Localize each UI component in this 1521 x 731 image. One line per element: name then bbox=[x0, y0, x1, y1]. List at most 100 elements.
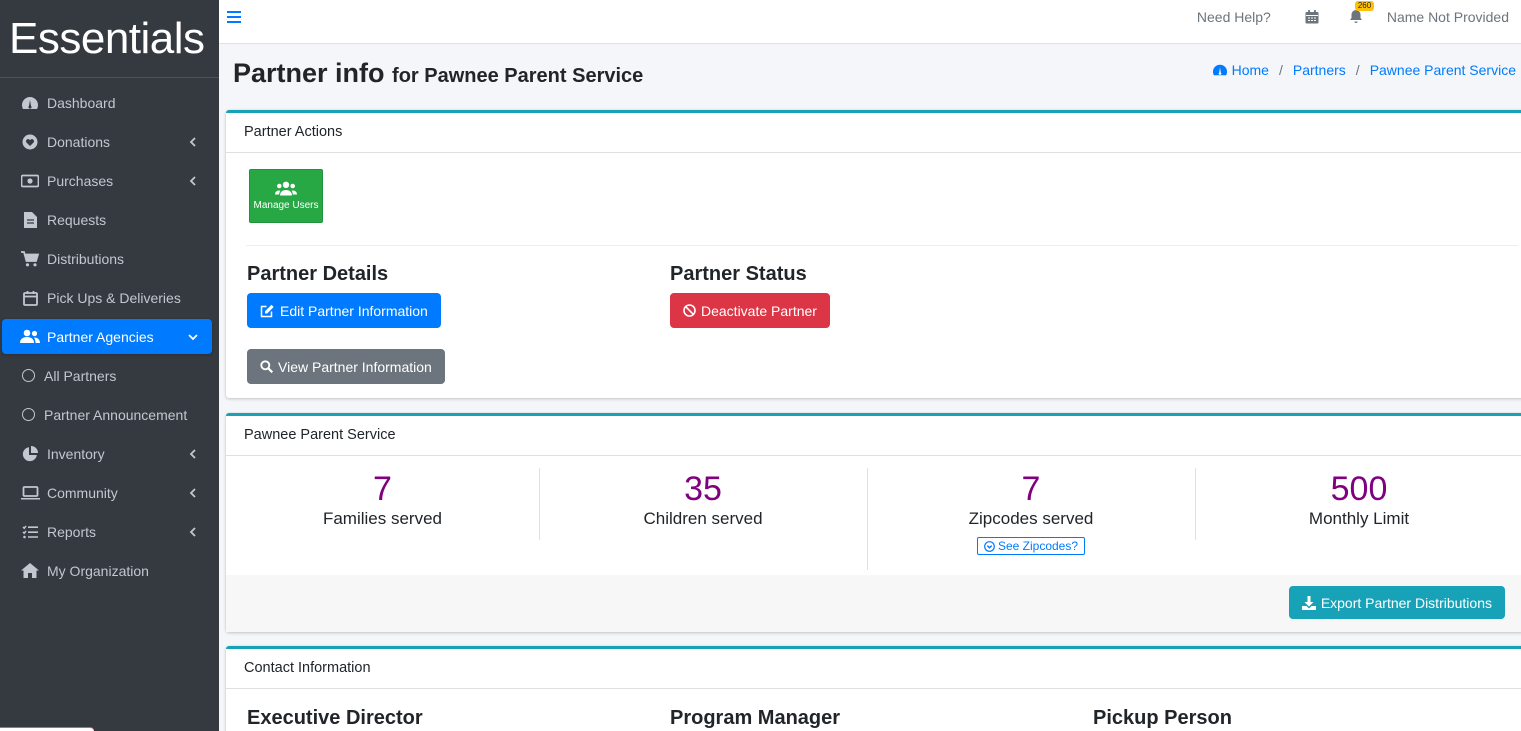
sidebar-item-purchases[interactable]: Purchases bbox=[2, 161, 212, 200]
card-title: Contact Information bbox=[226, 649, 1521, 689]
sidebar-item-label: Purchases bbox=[47, 172, 114, 189]
search-icon bbox=[260, 360, 273, 373]
sidebar-item-requests[interactable]: Requests bbox=[2, 200, 212, 239]
home-icon bbox=[20, 563, 40, 579]
sidebar-item-community[interactable]: Community bbox=[2, 473, 212, 512]
stat-children: 35 Children served bbox=[539, 468, 867, 578]
sidebar-scroll-indicator bbox=[0, 727, 94, 731]
breadcrumb: Home / Partners / Pawnee Parent Service bbox=[1212, 62, 1516, 78]
breadcrumb-separator: / bbox=[1278, 62, 1283, 78]
deactivate-partner-button[interactable]: Deactivate Partner bbox=[670, 293, 830, 328]
heart-icon bbox=[20, 134, 40, 150]
breadcrumb-partners[interactable]: Partners bbox=[1293, 62, 1346, 78]
laptop-icon bbox=[20, 485, 40, 501]
see-zipcodes-button[interactable]: See Zipcodes? bbox=[976, 537, 1086, 555]
sidebar-item-dashboard[interactable]: Dashboard bbox=[2, 83, 212, 122]
sidebar-item-my-organization[interactable]: My Organization bbox=[2, 551, 212, 590]
stat-label: Families served bbox=[322, 509, 443, 528]
chevron-circle-down-icon bbox=[984, 540, 995, 552]
see-zipcodes-label: See Zipcodes? bbox=[997, 539, 1079, 553]
sidebar-item-label: Pick Ups & Deliveries bbox=[47, 289, 181, 306]
top-right-menu: Need Help? 260 Name Not Provided bbox=[1197, 0, 1509, 34]
sidebar-item-reports[interactable]: Reports bbox=[2, 512, 212, 551]
chevron-left-icon bbox=[189, 175, 196, 186]
edit-partner-label: Edit Partner Information bbox=[280, 302, 428, 319]
chevron-left-icon bbox=[189, 448, 196, 459]
sidebar-item-label: Requests bbox=[47, 211, 107, 228]
chevron-down-icon bbox=[188, 333, 198, 340]
view-partner-button[interactable]: View Partner Information bbox=[247, 349, 445, 384]
breadcrumb-home[interactable]: Home bbox=[1232, 62, 1269, 78]
partner-status-heading: Partner Status bbox=[670, 263, 807, 285]
stat-zipcodes: 7 Zipcodes served See Zipcodes? bbox=[867, 468, 1195, 578]
chevron-left-icon bbox=[189, 526, 196, 537]
card-title: Partner Actions bbox=[226, 113, 1521, 153]
need-help-link[interactable]: Need Help? bbox=[1197, 9, 1271, 25]
calendar-icon bbox=[20, 290, 40, 306]
stat-value: 500 bbox=[1330, 470, 1388, 508]
money-icon bbox=[20, 173, 40, 189]
sidebar-item-label: Partner Announcement bbox=[44, 406, 188, 423]
file-icon bbox=[20, 211, 40, 228]
users-icon bbox=[275, 181, 297, 196]
sidebar-item-pickups[interactable]: Pick Ups & Deliveries bbox=[2, 278, 212, 317]
dashboard-icon bbox=[20, 95, 40, 111]
program-manager-heading: Program Manager bbox=[670, 707, 841, 729]
top-navbar: Need Help? 260 Name Not Provided bbox=[219, 0, 1521, 44]
sidebar-item-label: Dashboard bbox=[47, 94, 116, 111]
contact-information-card: Contact Information Executive Director P… bbox=[226, 646, 1521, 731]
bell-icon bbox=[1349, 10, 1362, 23]
calendar-icon[interactable] bbox=[1305, 10, 1319, 24]
edit-partner-button[interactable]: Edit Partner Information bbox=[247, 293, 441, 328]
stats-row: 7 Families served 35 Children served 7 Z… bbox=[226, 468, 1521, 578]
card-title: Pawnee Parent Service bbox=[226, 416, 1521, 456]
circle-icon bbox=[20, 368, 36, 384]
page-title-main: Partner info bbox=[233, 58, 385, 88]
sidebar-item-label: Inventory bbox=[47, 445, 105, 462]
user-menu[interactable]: Name Not Provided bbox=[1387, 9, 1509, 25]
stat-value: 35 bbox=[684, 470, 722, 508]
cart-icon bbox=[20, 250, 40, 267]
list-icon bbox=[20, 524, 40, 540]
brand-logo[interactable]: Essentials bbox=[0, 0, 219, 78]
breadcrumb-separator: / bbox=[1355, 62, 1360, 78]
sidebar-item-all-partners[interactable]: All Partners bbox=[2, 356, 212, 395]
stat-monthly-limit: 500 Monthly Limit bbox=[1195, 468, 1521, 578]
hamburger-menu-icon[interactable] bbox=[227, 10, 241, 24]
edit-icon bbox=[260, 304, 274, 317]
sidebar-item-partner-agencies[interactable]: Partner Agencies bbox=[2, 319, 212, 354]
stat-value: 7 bbox=[373, 470, 392, 508]
users-icon bbox=[20, 329, 40, 345]
stat-label: Zipcodes served bbox=[968, 509, 1094, 528]
deactivate-partner-label: Deactivate Partner bbox=[701, 302, 817, 319]
page-title: Partner info for Pawnee Parent Service bbox=[233, 58, 643, 89]
export-distributions-button[interactable]: Export Partner Distributions bbox=[1288, 586, 1505, 619]
sidebar-item-label: Reports bbox=[47, 523, 97, 540]
executive-director-heading: Executive Director bbox=[247, 707, 423, 729]
partner-summary-card: Pawnee Parent Service 7 Families served … bbox=[226, 413, 1521, 632]
view-partner-label: View Partner Information bbox=[278, 358, 432, 375]
notifications-button[interactable]: 260 bbox=[1349, 1, 1375, 25]
manage-users-button[interactable]: Manage Users bbox=[249, 169, 323, 223]
manage-users-label: Manage Users bbox=[253, 200, 319, 211]
partner-actions-card: Partner Actions Manage Users Partner Det… bbox=[226, 110, 1521, 398]
sidebar-item-inventory[interactable]: Inventory bbox=[2, 434, 212, 473]
chevron-left-icon bbox=[189, 136, 196, 147]
sidebar-item-label: Community bbox=[47, 484, 118, 501]
sidebar-item-distributions[interactable]: Distributions bbox=[2, 239, 212, 278]
stat-value: 7 bbox=[1021, 470, 1041, 508]
sidebar-item-partner-announcement[interactable]: Partner Announcement bbox=[2, 395, 212, 434]
sidebar-item-label: Distributions bbox=[47, 250, 125, 267]
stat-families: 7 Families served bbox=[226, 468, 539, 578]
sidebar-item-donations[interactable]: Donations bbox=[2, 122, 212, 161]
sidebar-nav: Dashboard Donations Purchases Requests D… bbox=[0, 78, 219, 590]
export-distributions-label: Export Partner Distributions bbox=[1320, 594, 1492, 611]
chevron-left-icon bbox=[189, 487, 196, 498]
ban-icon bbox=[683, 304, 696, 317]
breadcrumb-current[interactable]: Pawnee Parent Service bbox=[1370, 62, 1516, 78]
circle-icon bbox=[20, 407, 36, 423]
card-footer: Export Partner Distributions bbox=[226, 575, 1521, 632]
pie-chart-icon bbox=[20, 445, 40, 462]
stat-label: Children served bbox=[643, 509, 763, 528]
download-icon bbox=[1301, 595, 1316, 610]
